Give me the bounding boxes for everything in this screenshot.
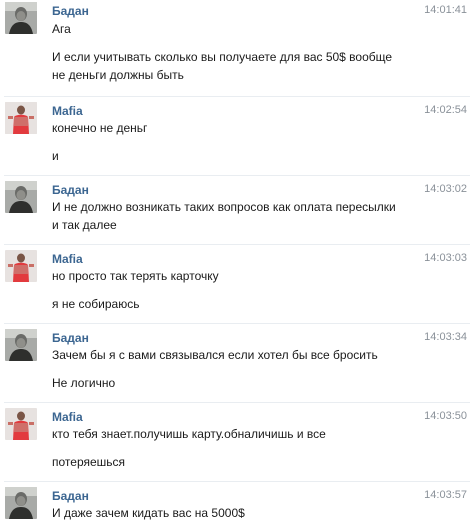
message-text: Зачем бы я с вами связывался если хотел … bbox=[52, 348, 378, 362]
message-time: 14:03:34 bbox=[424, 331, 467, 343]
sender-name[interactable]: Mafia bbox=[52, 410, 83, 424]
message-text: кто тебя знает.получишь карту.обналичишь… bbox=[52, 427, 326, 441]
chat-history: Бадан 14:01:41 Ага И если учитывать скол… bbox=[0, 0, 476, 528]
avatar[interactable] bbox=[5, 329, 37, 361]
sender-name[interactable]: Mafia bbox=[52, 104, 83, 118]
message-text: И даже зачем кидать вас на 5000$ bbox=[52, 506, 245, 520]
message-time: 14:01:41 bbox=[424, 4, 467, 16]
sender-name[interactable]: Mafia bbox=[52, 252, 83, 266]
message-text: не деньги должны быть bbox=[52, 68, 184, 82]
message-text: потеряешься bbox=[52, 455, 126, 469]
avatar[interactable] bbox=[5, 487, 37, 519]
message-text: конечно не деньг bbox=[52, 121, 148, 135]
message-text: Ага bbox=[52, 22, 71, 36]
message-text: И не должно возникать таких вопросов как… bbox=[52, 200, 396, 214]
message-text: и так далее bbox=[52, 218, 117, 232]
avatar[interactable] bbox=[5, 408, 37, 440]
message-text: но просто так терять карточку bbox=[52, 269, 219, 283]
message-text: И если учитывать сколько вы получаете дл… bbox=[52, 50, 393, 64]
message-time: 14:03:50 bbox=[424, 410, 467, 422]
avatar[interactable] bbox=[5, 2, 37, 34]
message-time: 14:03:03 bbox=[424, 252, 467, 264]
avatar[interactable] bbox=[5, 250, 37, 282]
message-time: 14:03:02 bbox=[424, 183, 467, 195]
message-time: 14:02:54 bbox=[424, 104, 467, 116]
message-text: и bbox=[52, 149, 59, 163]
message-text: я не собираюсь bbox=[52, 297, 140, 311]
sender-name[interactable]: Бадан bbox=[52, 183, 89, 197]
avatar[interactable] bbox=[5, 181, 37, 213]
sender-name[interactable]: Бадан bbox=[52, 331, 89, 345]
message-text: Не логично bbox=[52, 376, 116, 390]
message-time: 14:03:57 bbox=[424, 489, 467, 501]
sender-name[interactable]: Бадан bbox=[52, 489, 89, 503]
sender-name[interactable]: Бадан bbox=[52, 4, 89, 18]
avatar[interactable] bbox=[5, 102, 37, 134]
